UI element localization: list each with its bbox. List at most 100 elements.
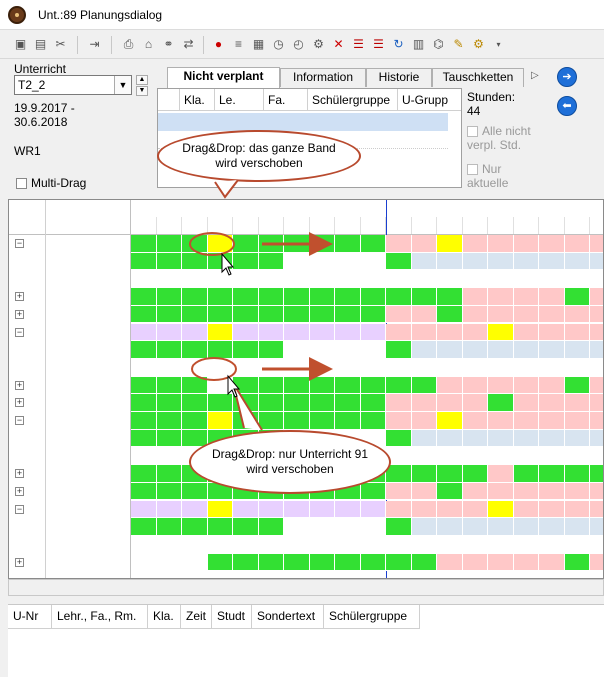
grid-cell[interactable] <box>513 270 539 289</box>
grid-cell[interactable] <box>207 235 233 253</box>
grid-cell[interactable] <box>131 341 157 359</box>
nur-checkbox[interactable]: Nur aktuelle <box>467 162 547 190</box>
horizontal-scrollbar[interactable] <box>8 579 604 596</box>
grid-cell[interactable] <box>156 341 182 359</box>
grid-cell[interactable] <box>284 252 310 271</box>
grid-cell[interactable] <box>309 305 335 324</box>
grid-cell[interactable] <box>335 553 361 572</box>
grid-cell[interactable] <box>386 288 412 306</box>
grid-cell[interactable] <box>156 323 182 342</box>
settings-icon[interactable]: ⚙ <box>310 36 327 53</box>
grid-cell[interactable] <box>590 341 603 359</box>
grid-cell[interactable] <box>284 518 310 536</box>
grid-cell[interactable] <box>360 553 386 572</box>
grid-cell[interactable] <box>335 535 361 554</box>
lock-icon[interactable]: ⌂ <box>140 36 157 53</box>
grid-cell[interactable] <box>156 288 182 306</box>
grid-cell[interactable] <box>411 447 437 466</box>
grid-cell[interactable] <box>182 305 208 324</box>
grid-cell[interactable] <box>437 288 463 306</box>
grid-cell[interactable] <box>233 500 259 519</box>
grid-cell[interactable] <box>386 305 412 324</box>
grid-cell[interactable] <box>360 376 386 395</box>
grid-cell[interactable] <box>539 376 565 395</box>
grid-cell[interactable] <box>462 482 488 501</box>
scissors-icon[interactable]: ✂ <box>52 36 69 53</box>
grid-cell[interactable] <box>233 235 259 253</box>
grid-cell[interactable] <box>539 288 565 306</box>
grid-cell[interactable] <box>513 535 539 554</box>
expand-toggle[interactable]: + <box>15 380 24 390</box>
grid-cell[interactable] <box>182 235 208 253</box>
grid-cell[interactable] <box>156 553 182 572</box>
grid-cell[interactable] <box>488 270 514 289</box>
swap-icon[interactable]: ⇄ <box>180 36 197 53</box>
grid-cell[interactable] <box>411 270 437 289</box>
grid-cell[interactable] <box>513 412 539 430</box>
grid-cell[interactable] <box>564 482 590 501</box>
grid-cell[interactable] <box>207 305 233 324</box>
grid-cell[interactable] <box>488 465 514 483</box>
spin-down-icon[interactable]: ▼ <box>136 86 148 96</box>
grid-cell[interactable] <box>539 465 565 483</box>
grid-cell[interactable] <box>258 235 284 253</box>
grid-cell[interactable] <box>182 500 208 519</box>
grid-cell[interactable] <box>488 376 514 395</box>
grid-cell[interactable] <box>156 447 182 466</box>
grid-cell[interactable] <box>513 376 539 395</box>
grid-cell[interactable] <box>258 252 284 271</box>
grid-cell[interactable] <box>335 358 361 377</box>
grid-cell[interactable] <box>513 252 539 271</box>
grid-cell[interactable] <box>513 288 539 306</box>
grid-cell[interactable] <box>386 535 412 554</box>
grid-cell[interactable] <box>411 482 437 501</box>
unterricht-combo[interactable]: T2_2 ▼ <box>14 75 132 95</box>
grid-cell[interactable] <box>411 429 437 448</box>
grid-cell[interactable] <box>233 553 259 572</box>
grid-cell[interactable] <box>233 358 259 377</box>
expand-toggle[interactable]: + <box>15 292 24 302</box>
grid-cell[interactable] <box>182 482 208 501</box>
grid-cell[interactable] <box>131 465 157 483</box>
grid-cell[interactable] <box>590 553 603 572</box>
lines-icon[interactable]: ☰ <box>350 36 367 53</box>
grid-cell[interactable] <box>284 341 310 359</box>
grid-cell[interactable] <box>590 412 603 430</box>
grid-cell[interactable] <box>386 394 412 412</box>
grid-cell[interactable] <box>207 376 233 395</box>
grid-cell[interactable] <box>590 323 603 342</box>
grid-cell[interactable] <box>335 252 361 271</box>
expand-toggle[interactable]: + <box>15 469 24 479</box>
grid-cell[interactable] <box>131 376 157 395</box>
grid-cell[interactable] <box>335 323 361 342</box>
grid-cell[interactable] <box>590 235 603 253</box>
grid-cell[interactable] <box>590 500 603 519</box>
grid-cell[interactable] <box>182 270 208 289</box>
grid-cell[interactable] <box>513 323 539 342</box>
grid-cell[interactable] <box>488 358 514 377</box>
refresh-icon[interactable]: ↻ <box>390 36 407 53</box>
edit-icon[interactable]: ▤ <box>32 36 49 53</box>
grid-cell[interactable] <box>488 535 514 554</box>
grid-cell[interactable] <box>233 394 259 412</box>
grid-cell[interactable] <box>564 341 590 359</box>
grid-cell[interactable] <box>513 447 539 466</box>
grid-cell[interactable] <box>437 376 463 395</box>
grid-cell[interactable] <box>309 235 335 253</box>
grid-cell[interactable] <box>488 518 514 536</box>
export-icon[interactable]: ⇥ <box>86 36 103 53</box>
grid-cell[interactable] <box>488 288 514 306</box>
forward-button[interactable]: ➔ <box>557 67 577 87</box>
grid-cell[interactable] <box>411 518 437 536</box>
grid-cell[interactable] <box>182 412 208 430</box>
grid-cell[interactable] <box>386 341 412 359</box>
grid-cell[interactable] <box>590 518 603 536</box>
tab-historie[interactable]: Historie <box>366 68 432 87</box>
grid-cell[interactable] <box>335 341 361 359</box>
grid-cell[interactable] <box>156 482 182 501</box>
grid-cell[interactable] <box>488 394 514 412</box>
grid-cell[interactable] <box>462 500 488 519</box>
grid-cell[interactable] <box>258 535 284 554</box>
grid-cell[interactable] <box>513 518 539 536</box>
grid-cell[interactable] <box>156 358 182 377</box>
